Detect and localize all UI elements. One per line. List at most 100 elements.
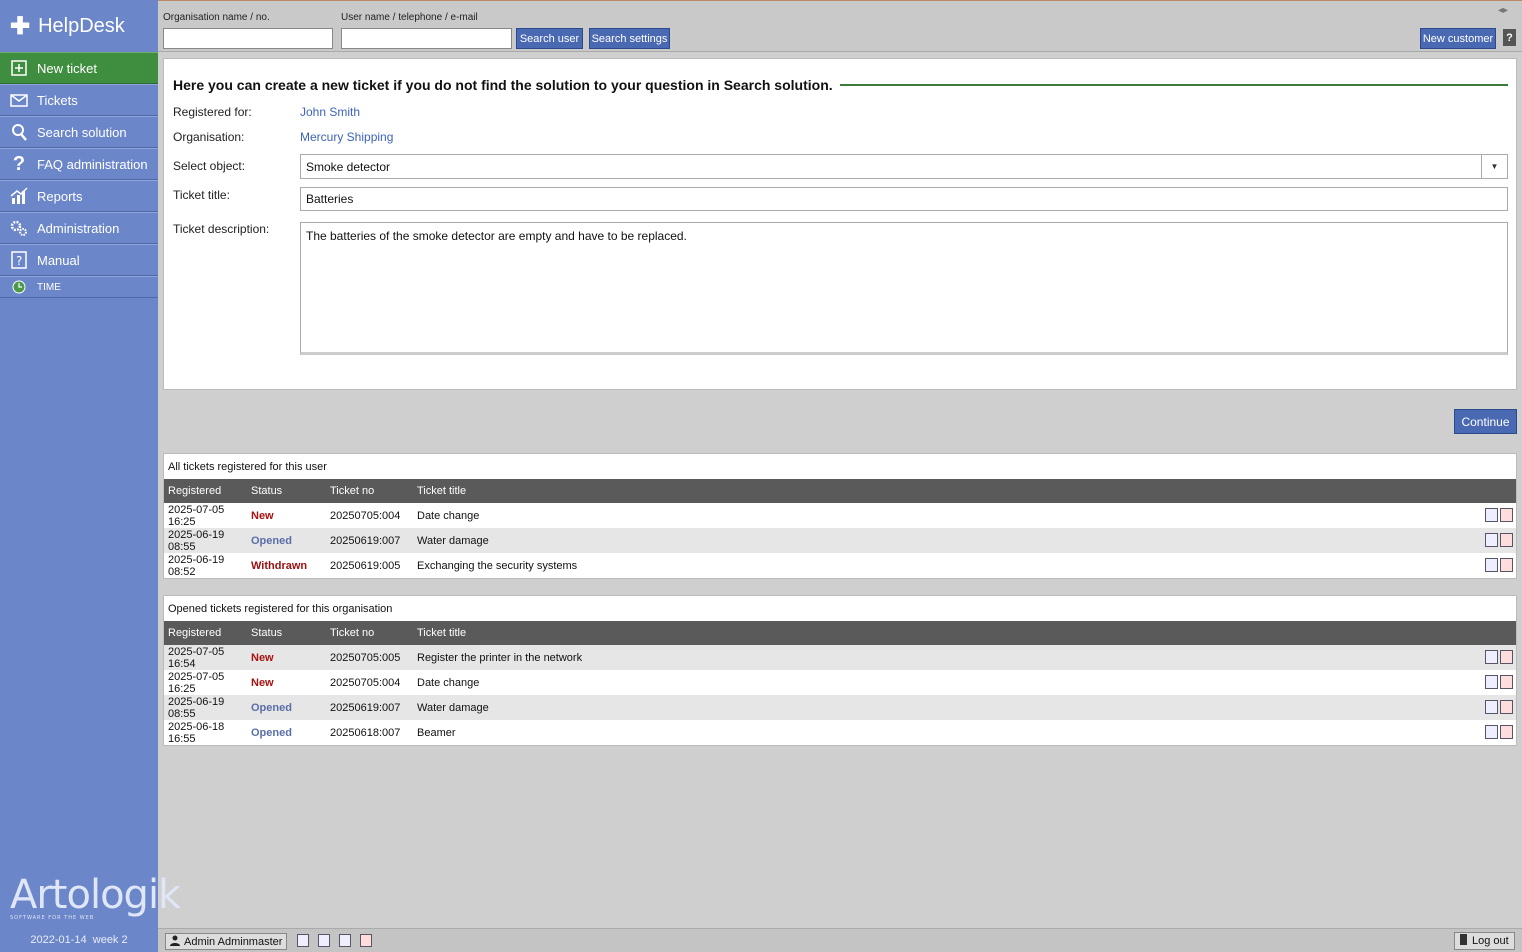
ticket-title-value: Batteries	[306, 192, 354, 206]
open-ticket-icon[interactable]	[1500, 533, 1513, 547]
status-badge: New	[251, 509, 274, 522]
column-header: Ticket no	[330, 485, 375, 497]
edit-icon[interactable]	[339, 934, 351, 947]
column-header: Registered	[168, 627, 222, 639]
sidebar-item-reports[interactable]: Reports	[0, 180, 158, 212]
copy-ticket-icon[interactable]	[1485, 700, 1498, 714]
org-search-input[interactable]	[163, 28, 333, 49]
chevron-down-icon[interactable]: ▼	[1481, 155, 1507, 178]
open-ticket-icon[interactable]	[1500, 725, 1513, 739]
copy-ticket-icon[interactable]	[1485, 533, 1498, 547]
current-user-name: Admin Adminmaster	[184, 935, 283, 948]
sidebar-item-new-ticket[interactable]: New ticket	[0, 52, 158, 84]
column-header: Status	[251, 627, 283, 639]
continue-button[interactable]: Continue	[1454, 409, 1517, 434]
magnifier-icon	[10, 123, 28, 141]
search-settings-button[interactable]: Search settings	[589, 28, 670, 49]
table-header: Registered Status Ticket no Ticket title	[164, 479, 1516, 503]
app-logo[interactable]: ✚ HelpDesk	[0, 0, 158, 52]
sidebar-item-manual[interactable]: ? Manual	[0, 244, 158, 276]
calendar-icon[interactable]	[360, 934, 372, 947]
sidebar-item-administration[interactable]: Administration	[0, 212, 158, 244]
column-header: Status	[251, 485, 283, 497]
question-icon: ?	[12, 152, 26, 175]
organisation-label: Organisation:	[173, 130, 245, 144]
user-tickets-caption: All tickets registered for this user	[168, 460, 327, 473]
ticket-description-textarea[interactable]: The batteries of the smoke detector are …	[300, 222, 1508, 355]
collapse-icon[interactable]: ◂▸	[1498, 5, 1508, 16]
svg-text:?: ?	[16, 254, 22, 268]
table-row[interactable]: 2025-06-19 08:52 Withdrawn 20250619:005 …	[164, 553, 1516, 578]
cell-registered: 2025-07-05 16:25	[168, 503, 225, 528]
table-row[interactable]: 2025-07-05 16:25 New 20250705:004 Date c…	[164, 670, 1516, 695]
app-title: HelpDesk	[38, 14, 125, 37]
manual-icon: ?	[10, 251, 28, 269]
select-object-value: Smoke detector	[306, 159, 391, 174]
sidebar-item-label: TIME	[37, 281, 61, 293]
ticket-title-input[interactable]: Batteries	[300, 187, 1508, 211]
brand-name: Artologik	[10, 872, 181, 918]
help-icon[interactable]: ?	[1503, 29, 1516, 46]
cell-ticket-no: 20250705:004	[330, 509, 401, 522]
cell-ticket-no: 20250618:007	[330, 726, 401, 739]
registered-for-link[interactable]: John Smith	[300, 105, 360, 119]
user-search-input[interactable]	[341, 28, 512, 49]
organisation-link[interactable]: Mercury Shipping	[300, 130, 393, 144]
sidebar-item-label: Administration	[37, 220, 120, 236]
cell-title: Register the printer in the network	[417, 651, 583, 664]
status-badge: New	[251, 651, 274, 664]
sidebar-item-label: Manual	[37, 252, 80, 268]
select-object-dropdown[interactable]: Smoke detector ▼	[300, 154, 1508, 179]
user-icon	[170, 935, 180, 949]
globe-clock-icon	[10, 278, 28, 296]
sidebar-item-search-solution[interactable]: Search solution	[0, 116, 158, 148]
current-user[interactable]: Admin Adminmaster	[165, 933, 288, 950]
open-ticket-icon[interactable]	[1500, 675, 1513, 689]
bottom-status-bar: Admin Adminmaster Log out	[158, 928, 1522, 952]
form-heading-text: Here you can create a new ticket if you …	[173, 77, 833, 93]
copy-ticket-icon[interactable]	[1485, 508, 1498, 522]
cell-registered: 2025-06-19 08:52	[168, 553, 225, 578]
search-ticket-icon[interactable]	[297, 934, 309, 947]
table-row[interactable]: 2025-06-19 08:55 Opened 20250619:007 Wat…	[164, 528, 1516, 553]
open-ticket-icon[interactable]	[1500, 558, 1513, 572]
registered-for-label: Registered for:	[173, 105, 252, 119]
sidebar-item-tickets[interactable]: Tickets	[0, 84, 158, 116]
column-header: Ticket title	[417, 485, 467, 497]
cell-title: Date change	[417, 509, 480, 522]
ticket-title-label: Ticket title:	[173, 188, 230, 202]
cell-title: Exchanging the security systems	[417, 559, 578, 572]
notes-icon[interactable]	[318, 934, 330, 947]
copy-ticket-icon[interactable]	[1485, 675, 1498, 689]
table-row[interactable]: 2025-07-05 16:25 New 20250705:004 Date c…	[164, 503, 1516, 528]
copy-ticket-icon[interactable]	[1485, 650, 1498, 664]
copy-ticket-icon[interactable]	[1485, 725, 1498, 739]
org-tickets-caption: Opened tickets registered for this organ…	[168, 602, 393, 615]
envelope-icon	[10, 91, 28, 109]
sidebar-item-label: Reports	[37, 188, 83, 204]
status-badge: Opened	[251, 701, 292, 714]
sidebar: ✚ HelpDesk New ticket Tickets Search sol…	[0, 0, 181, 952]
sidebar-item-time[interactable]: TIME	[0, 276, 158, 298]
column-header: Registered	[168, 485, 222, 497]
cell-ticket-no: 20250619:005	[330, 559, 401, 572]
copy-ticket-icon[interactable]	[1485, 558, 1498, 572]
open-ticket-icon[interactable]	[1500, 700, 1513, 714]
open-ticket-icon[interactable]	[1500, 508, 1513, 522]
search-user-button[interactable]: Search user	[516, 28, 583, 49]
new-customer-button[interactable]: New customer	[1420, 28, 1496, 49]
date-display: 2022-01-14 week 2	[30, 934, 128, 946]
table-row[interactable]: 2025-06-18 16:55 Opened 20250618:007 Bea…	[164, 720, 1516, 745]
sidebar-item-faq-administration[interactable]: ? FAQ administration	[0, 148, 158, 180]
sidebar-item-label: Tickets	[37, 92, 78, 108]
logout-button[interactable]: Log out	[1454, 932, 1515, 950]
cell-registered: 2025-07-05 16:25	[168, 670, 225, 695]
status-badge: New	[251, 676, 274, 689]
table-row[interactable]: 2025-06-19 08:55 Opened 20250619:007 Wat…	[164, 695, 1516, 720]
top-search-bar: Organisation name / no. User name / tele…	[158, 0, 1522, 52]
cell-ticket-no: 20250619:007	[330, 701, 401, 714]
table-row[interactable]: 2025-07-05 16:54 New 20250705:005 Regist…	[164, 645, 1516, 670]
select-object-label: Select object:	[173, 159, 246, 173]
status-badge: Opened	[251, 534, 292, 547]
open-ticket-icon[interactable]	[1500, 650, 1513, 664]
